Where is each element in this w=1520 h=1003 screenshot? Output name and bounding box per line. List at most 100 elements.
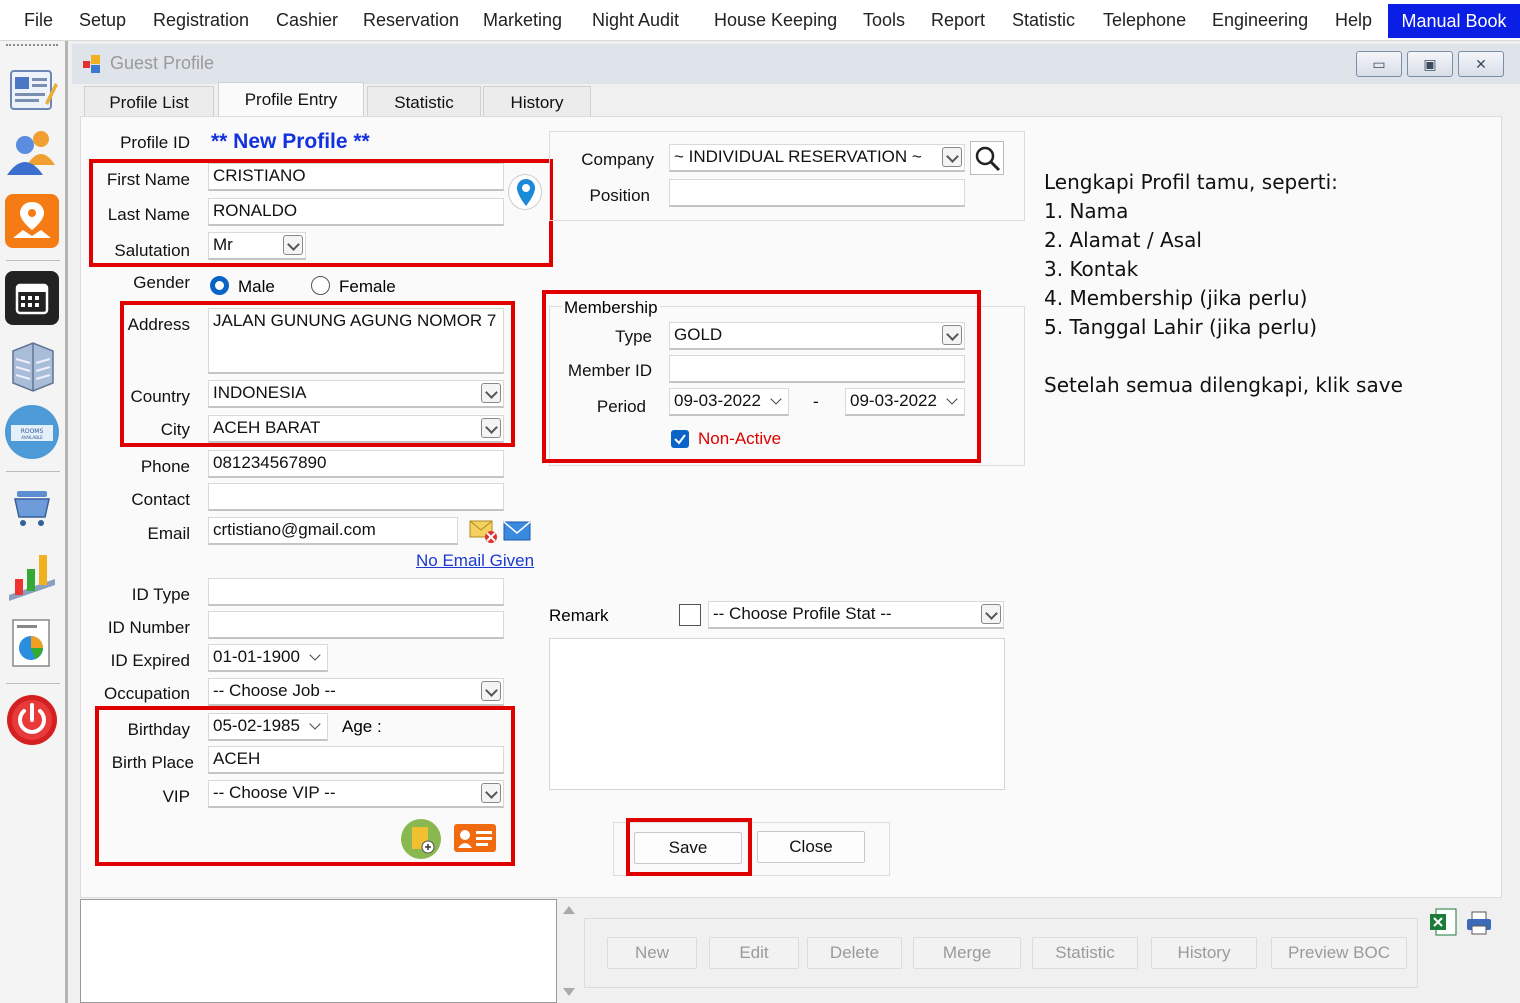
email-input[interactable]: crtistiano@gmail.com: [208, 517, 458, 545]
remark-checkbox[interactable]: [679, 604, 701, 626]
id-expired-label: ID Expired: [110, 651, 190, 670]
close-window-button[interactable]: ✕: [1458, 51, 1504, 77]
chevron-down-icon[interactable]: [309, 649, 321, 661]
svg-text:ROOMS: ROOMS: [21, 428, 44, 435]
instruction-item: 4. Membership (jika perlu): [1044, 286, 1308, 310]
instruction-item: 3. Kontak: [1044, 257, 1139, 281]
preview-boc-button[interactable]: Preview BOC: [1271, 937, 1407, 969]
send-email-icon[interactable]: [502, 518, 532, 544]
new-button[interactable]: New: [607, 937, 697, 969]
chevron-down-icon[interactable]: [942, 147, 962, 167]
highlight-membership-box: [542, 290, 981, 463]
delete-button[interactable]: Delete: [807, 937, 902, 969]
highlight-name-box: [89, 159, 553, 267]
highlight-save-box: [626, 818, 752, 876]
sidebar: ROOMS AVAILABLE: [0, 41, 68, 1003]
menu-telephone[interactable]: Telephone: [1103, 0, 1186, 41]
highlight-address-box: [120, 301, 515, 447]
menu-marketing[interactable]: Marketing: [483, 0, 562, 41]
menu-house-keeping[interactable]: House Keeping: [714, 0, 837, 41]
id-number-label: ID Number: [107, 618, 190, 637]
power-icon[interactable]: [5, 693, 59, 747]
id-number-input[interactable]: [208, 611, 504, 639]
tab-statistic[interactable]: Statistic: [367, 86, 481, 118]
id-type-input[interactable]: [208, 578, 504, 606]
sidebar-separator: [6, 260, 60, 261]
gender-male-radio[interactable]: [210, 276, 229, 295]
menu-cashier[interactable]: Cashier: [276, 0, 338, 41]
map-location-icon[interactable]: [5, 194, 59, 248]
menu-reservation[interactable]: Reservation: [363, 0, 459, 41]
menu-statistic[interactable]: Statistic: [1012, 0, 1075, 41]
app-icon: [82, 54, 102, 74]
company-search-button[interactable]: [970, 141, 1004, 175]
pie-chart-report-icon[interactable]: [5, 616, 59, 670]
menu-night-audit[interactable]: Night Audit: [592, 0, 679, 41]
maximize-button[interactable]: ▣: [1407, 51, 1453, 77]
excel-export-icon[interactable]: [1428, 906, 1458, 938]
instruction-footer: Setelah semua dilengkapi, klik save: [1044, 373, 1403, 397]
scroll-down-icon[interactable]: [563, 988, 575, 996]
tab-profile-list[interactable]: Profile List: [84, 86, 214, 118]
tab-history[interactable]: History: [483, 86, 591, 118]
occupation-select[interactable]: -- Choose Job --: [208, 678, 504, 706]
sidebar-separator: [6, 683, 60, 684]
email-blocked-icon[interactable]: [468, 518, 498, 544]
remark-label: Remark: [549, 606, 609, 625]
calendar-icon[interactable]: [5, 271, 59, 325]
remark-textarea[interactable]: [549, 638, 1005, 790]
printer-icon[interactable]: [1464, 910, 1494, 936]
svg-text:AVAILABLE: AVAILABLE: [21, 435, 43, 440]
chevron-down-icon[interactable]: [481, 681, 501, 701]
scroll-up-icon[interactable]: [563, 906, 575, 914]
menu-file[interactable]: File: [24, 0, 53, 41]
menu-report[interactable]: Report: [931, 0, 985, 41]
gender-female-label: Female: [339, 277, 396, 296]
instruction-heading: Lengkapi Profil tamu, seperti:: [1044, 170, 1338, 194]
building-icon[interactable]: [5, 339, 59, 393]
chevron-down-icon[interactable]: [981, 604, 1001, 624]
window-titlebar: Guest Profile ▭ ▣ ✕: [72, 44, 1520, 84]
id-expired-date[interactable]: 01-01-1900: [208, 644, 328, 672]
minimize-button[interactable]: ▭: [1356, 51, 1402, 77]
gender-female-radio[interactable]: [311, 276, 330, 295]
rooms-available-icon[interactable]: ROOMS AVAILABLE: [5, 405, 59, 459]
profile-id-value: ** New Profile **: [211, 130, 370, 153]
search-icon: [975, 146, 1001, 172]
menu-bar: File Setup Registration Cashier Reservat…: [0, 0, 1520, 41]
position-input[interactable]: [669, 179, 965, 207]
profile-stat-value: -- Choose Profile Stat --: [713, 604, 892, 623]
menu-registration[interactable]: Registration: [153, 0, 249, 41]
merge-button[interactable]: Merge: [913, 937, 1021, 969]
statistic-button[interactable]: Statistic: [1032, 937, 1138, 969]
profile-id-label: Profile ID: [120, 133, 190, 152]
contact-input[interactable]: [208, 483, 504, 511]
menu-setup[interactable]: Setup: [79, 0, 126, 41]
phone-input[interactable]: 081234567890: [208, 450, 504, 478]
company-select[interactable]: ~ INDIVIDUAL RESERVATION ~: [669, 144, 965, 172]
profile-stat-select[interactable]: -- Choose Profile Stat --: [708, 601, 1004, 629]
shopping-cart-icon[interactable]: [5, 481, 59, 535]
instruction-item: 1. Nama: [1044, 199, 1129, 223]
registration-form-icon[interactable]: [5, 63, 59, 117]
manual-book-button[interactable]: Manual Book: [1388, 4, 1520, 38]
guests-icon[interactable]: [5, 125, 59, 179]
bar-chart-icon[interactable]: [5, 549, 59, 603]
edit-button[interactable]: Edit: [709, 937, 799, 969]
tab-profile-entry[interactable]: Profile Entry: [218, 82, 364, 120]
menu-engineering[interactable]: Engineering: [1212, 0, 1308, 41]
highlight-birthday-box: [95, 706, 515, 866]
sidebar-separator: [6, 471, 60, 472]
menu-help[interactable]: Help: [1335, 0, 1372, 41]
instruction-item: 2. Alamat / Asal: [1044, 228, 1202, 252]
position-label: Position: [589, 186, 650, 205]
menu-tools[interactable]: Tools: [863, 0, 905, 41]
no-email-link[interactable]: No Email Given: [416, 551, 534, 571]
occupation-value: -- Choose Job --: [213, 681, 336, 700]
id-expired-value: 01-01-1900: [213, 647, 300, 666]
bottom-list[interactable]: [80, 899, 557, 1003]
company-label: Company: [581, 150, 654, 169]
sidebar-grip: [6, 44, 58, 46]
history-button[interactable]: History: [1151, 937, 1257, 969]
close-button[interactable]: Close: [757, 831, 865, 863]
